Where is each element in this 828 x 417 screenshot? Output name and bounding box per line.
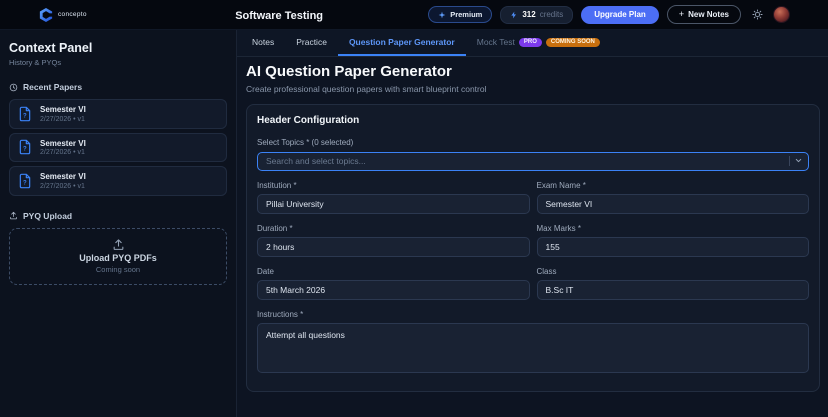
coming-soon-badge: COMING SOON bbox=[546, 38, 600, 47]
pro-badge: PRO bbox=[519, 38, 542, 47]
question-paper-icon: ? bbox=[17, 106, 33, 122]
date-input[interactable] bbox=[257, 280, 530, 300]
premium-button[interactable]: Premium bbox=[428, 6, 492, 23]
date-label: Date bbox=[257, 267, 530, 276]
new-notes-label: New Notes bbox=[688, 10, 729, 19]
instructions-textarea[interactable]: Attempt all questions bbox=[257, 323, 809, 373]
sparkle-icon bbox=[438, 11, 446, 19]
duration-input[interactable] bbox=[257, 237, 530, 257]
question-paper-icon: ? bbox=[17, 139, 33, 155]
topics-combobox bbox=[257, 151, 809, 171]
credits-label: credits bbox=[540, 10, 564, 19]
generator-subheading: Create professional question papers with… bbox=[246, 84, 820, 94]
topics-search-input[interactable] bbox=[257, 152, 809, 171]
tabbar: Notes Practice Question Paper Generator … bbox=[237, 30, 828, 57]
max-marks-label: Max Marks * bbox=[537, 224, 810, 233]
upload-pyq-dropzone[interactable]: Upload PYQ PDFs Coming soon bbox=[9, 228, 227, 285]
generator-heading: AI Question Paper Generator bbox=[246, 63, 820, 80]
brand-hexagon-icon bbox=[38, 7, 54, 23]
generator-content: AI Question Paper Generator Create profe… bbox=[237, 57, 828, 392]
sidebar-title: Context Panel bbox=[9, 41, 227, 55]
upgrade-plan-button[interactable]: Upgrade Plan bbox=[581, 6, 659, 24]
tab-mock-test[interactable]: Mock Test PRO COMING SOON bbox=[466, 30, 611, 56]
institution-input[interactable] bbox=[257, 194, 530, 214]
topbar-title-wrap: Software Testing bbox=[130, 6, 428, 24]
recent-papers-list: ? Semester VI 2/27/2026 • v1 ? Semester … bbox=[9, 99, 227, 196]
exam-name-input[interactable] bbox=[537, 194, 810, 214]
paper-list-item[interactable]: ? Semester VI 2/27/2026 • v1 bbox=[9, 133, 227, 163]
class-label: Class bbox=[537, 267, 810, 276]
pyq-upload-header: PYQ Upload bbox=[9, 211, 227, 221]
credits-value: 312 bbox=[522, 10, 535, 19]
institution-label: Institution * bbox=[257, 181, 530, 190]
duration-label: Duration * bbox=[257, 224, 530, 233]
question-paper-icon: ? bbox=[17, 173, 33, 189]
header-configuration-card: Header Configuration Select Topics * (0 … bbox=[246, 104, 820, 392]
tab-notes[interactable]: Notes bbox=[241, 30, 285, 56]
clock-icon bbox=[9, 83, 18, 92]
select-topics-label: Select Topics * (0 selected) bbox=[257, 138, 809, 147]
paper-list-item[interactable]: ? Semester VI 2/27/2026 • v1 bbox=[9, 166, 227, 196]
plus-icon: + bbox=[679, 10, 684, 19]
upload-icon bbox=[9, 211, 18, 220]
brand-name: concepto bbox=[58, 11, 87, 18]
upload-subtitle: Coming soon bbox=[96, 265, 140, 274]
theme-toggle-sun-icon[interactable] bbox=[749, 7, 765, 23]
topbar-actions: Premium 312 credits Upgrade Plan + New N… bbox=[428, 5, 790, 24]
premium-label: Premium bbox=[450, 10, 482, 19]
sidebar-subtitle: History & PYQs bbox=[9, 58, 227, 67]
main-area: Notes Practice Question Paper Generator … bbox=[237, 30, 828, 417]
upload-title: Upload PYQ PDFs bbox=[79, 253, 157, 263]
lightning-icon bbox=[510, 11, 518, 19]
user-avatar[interactable] bbox=[773, 6, 790, 23]
instructions-label: Instructions * bbox=[257, 310, 809, 319]
upload-tray-icon bbox=[112, 238, 125, 251]
topbar: concepto Software Testing Premium 312 cr… bbox=[0, 0, 828, 30]
class-input[interactable] bbox=[537, 280, 810, 300]
svg-text:?: ? bbox=[23, 180, 27, 186]
paper-list-item[interactable]: ? Semester VI 2/27/2026 • v1 bbox=[9, 99, 227, 129]
page-title: Software Testing bbox=[235, 10, 323, 22]
svg-text:?: ? bbox=[23, 147, 27, 153]
app-logo[interactable]: concepto bbox=[38, 7, 130, 23]
max-marks-input[interactable] bbox=[537, 237, 810, 257]
new-notes-button[interactable]: + New Notes bbox=[667, 5, 741, 24]
tab-question-paper-generator[interactable]: Question Paper Generator bbox=[338, 30, 466, 56]
tab-practice[interactable]: Practice bbox=[285, 30, 338, 56]
context-panel-sidebar: Context Panel History & PYQs Recent Pape… bbox=[0, 30, 237, 417]
card-title: Header Configuration bbox=[257, 115, 809, 126]
exam-name-label: Exam Name * bbox=[537, 181, 810, 190]
credits-chip[interactable]: 312 credits bbox=[500, 6, 573, 24]
svg-text:?: ? bbox=[23, 113, 27, 119]
recent-papers-header: Recent Papers bbox=[9, 82, 227, 92]
